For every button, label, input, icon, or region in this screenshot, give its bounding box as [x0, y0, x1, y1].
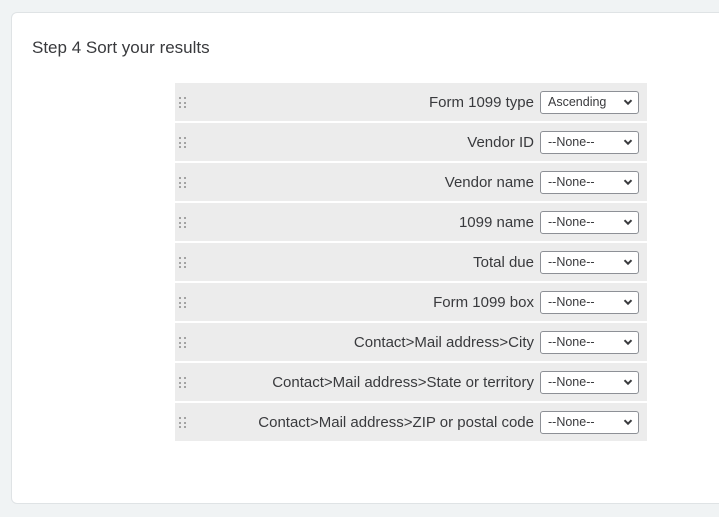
drag-handle-icon[interactable] [179, 97, 187, 108]
sort-field-label: Contact>Mail address>City [353, 333, 534, 351]
sort-field-label: Vendor ID [467, 133, 534, 151]
drag-handle-icon[interactable] [179, 297, 187, 308]
sort-field-label: Contact>Mail address>ZIP or postal code [258, 413, 534, 431]
sort-row-vendor-id[interactable]: Vendor ID --None-- [175, 123, 647, 161]
chevron-down-icon [623, 338, 633, 345]
sort-order-value: --None-- [548, 415, 595, 429]
sort-field-label: Vendor name [444, 173, 534, 191]
chevron-down-icon [623, 138, 633, 145]
sort-order-value: --None-- [548, 135, 595, 149]
step-title: Step 4 Sort your results [32, 38, 210, 57]
sort-field-label: Contact>Mail address>State or territory [272, 373, 534, 391]
sort-order-value: --None-- [548, 295, 595, 309]
sort-order-select[interactable]: --None-- [540, 330, 639, 354]
sort-field-list: Form 1099 type Ascending Vendor ID --Non… [175, 83, 647, 443]
chevron-down-icon [623, 218, 633, 225]
drag-handle-icon[interactable] [179, 217, 187, 228]
chevron-down-icon [623, 178, 633, 185]
sort-order-select[interactable]: --None-- [540, 290, 639, 314]
drag-handle-icon[interactable] [179, 137, 187, 148]
sort-order-select[interactable]: --None-- [540, 370, 639, 394]
drag-handle-icon[interactable] [179, 417, 187, 428]
chevron-down-icon [623, 298, 633, 305]
chevron-down-icon [623, 98, 633, 105]
sort-order-value: --None-- [548, 175, 595, 189]
sort-order-select[interactable]: --None-- [540, 130, 639, 154]
sort-row-total-due[interactable]: Total due --None-- [175, 243, 647, 281]
sort-row-mail-zip[interactable]: Contact>Mail address>ZIP or postal code … [175, 403, 647, 441]
sort-row-mail-city[interactable]: Contact>Mail address>City --None-- [175, 323, 647, 361]
sort-order-select[interactable]: --None-- [540, 170, 639, 194]
sort-order-value: --None-- [548, 335, 595, 349]
sort-order-select[interactable]: --None-- [540, 250, 639, 274]
drag-handle-icon[interactable] [179, 377, 187, 388]
sort-order-value: --None-- [548, 215, 595, 229]
sort-field-label: Form 1099 type [428, 93, 534, 111]
sort-order-value: --None-- [548, 375, 595, 389]
sort-field-label: 1099 name [458, 213, 534, 231]
drag-handle-icon[interactable] [179, 257, 187, 268]
chevron-down-icon [623, 418, 633, 425]
sort-row-mail-state[interactable]: Contact>Mail address>State or territory … [175, 363, 647, 401]
sort-row-1099-name[interactable]: 1099 name --None-- [175, 203, 647, 241]
sort-row-form-1099-box[interactable]: Form 1099 box --None-- [175, 283, 647, 321]
sort-results-card: Step 4 Sort your results Form 1099 type … [11, 12, 719, 504]
sort-row-vendor-name[interactable]: Vendor name --None-- [175, 163, 647, 201]
sort-row-form-1099-type[interactable]: Form 1099 type Ascending [175, 83, 647, 121]
chevron-down-icon [623, 258, 633, 265]
sort-field-label: Form 1099 box [433, 293, 534, 311]
sort-order-value: --None-- [548, 255, 595, 269]
drag-handle-icon[interactable] [179, 177, 187, 188]
sort-order-value: Ascending [548, 95, 607, 109]
sort-field-label: Total due [473, 253, 534, 271]
drag-handle-icon[interactable] [179, 337, 187, 348]
chevron-down-icon [623, 378, 633, 385]
sort-order-select[interactable]: Ascending [540, 90, 639, 114]
sort-order-select[interactable]: --None-- [540, 410, 639, 434]
sort-order-select[interactable]: --None-- [540, 210, 639, 234]
